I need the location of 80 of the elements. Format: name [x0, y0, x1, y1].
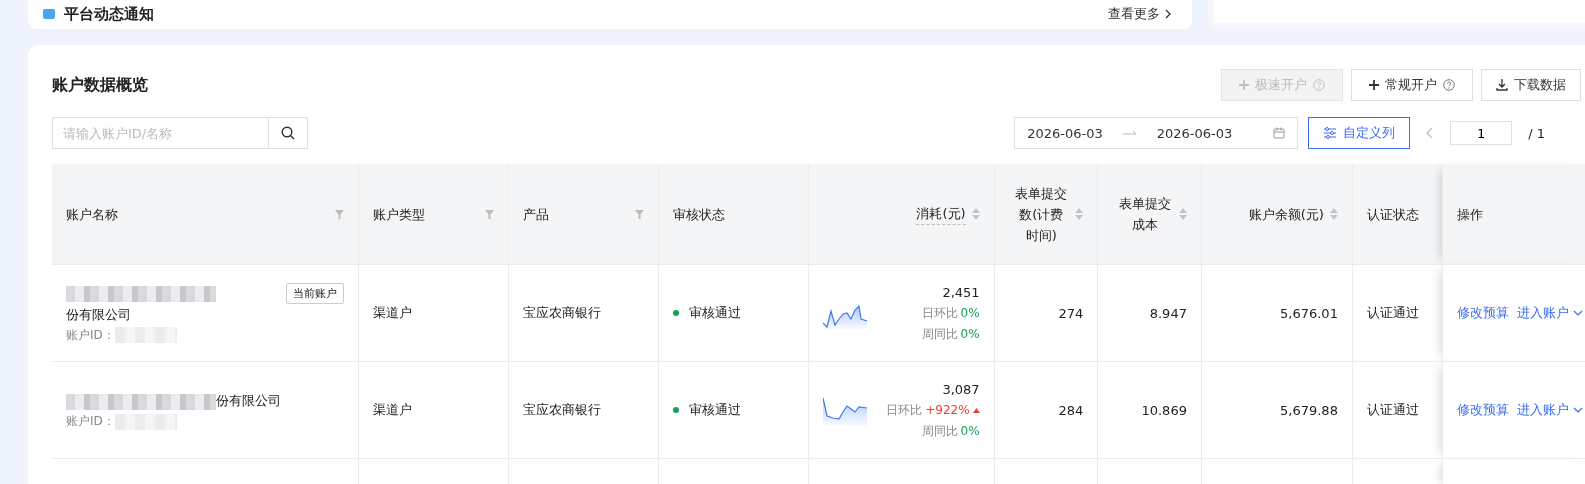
end-date: 2026-06-03 — [1156, 125, 1233, 141]
page-input[interactable]: 1 — [1450, 121, 1513, 145]
change-value: 0% — [960, 304, 980, 322]
status-text: 审核通过 — [689, 401, 742, 419]
change-value: 0% — [960, 325, 980, 343]
more-link[interactable]: 查看更多 — [1108, 5, 1172, 23]
search-field[interactable]: 请输入账户ID/名称 — [52, 117, 269, 149]
account-id-label: 账户ID： — [66, 326, 115, 344]
table-cell: 284 — [1058, 402, 1084, 418]
table-cell: 8.947 — [1149, 305, 1187, 321]
table-cell: 10.869 — [1141, 402, 1187, 418]
chevron-down-icon — [1573, 407, 1584, 413]
notice-icon — [42, 7, 56, 21]
change-label: 周同比 — [921, 325, 958, 343]
table-cell: 认证通过 — [1366, 305, 1419, 320]
column-header: 认证状态 — [1352, 164, 1443, 265]
column-header: 表单提交数(计费时间) — [994, 164, 1098, 265]
action-button[interactable]: 下载数据 — [1481, 69, 1581, 101]
filter-icon — [485, 209, 495, 219]
column-header: 操作 — [1443, 164, 1585, 265]
column-header: 表单提交成本 — [1097, 164, 1202, 265]
sort-icon — [1329, 208, 1338, 220]
chevron-left-icon — [1426, 127, 1435, 139]
chevron-right-icon — [1164, 9, 1172, 19]
status-dot-icon — [673, 310, 680, 316]
page-total: / 1 — [1527, 125, 1545, 141]
sort-icon — [1075, 208, 1084, 220]
change-value: +922% — [925, 401, 970, 419]
status-dot-icon — [673, 407, 680, 413]
filter-icon — [635, 209, 645, 219]
help-icon — [1313, 79, 1325, 91]
date-range-field[interactable]: 2026-06-03 2026-06-03 — [1014, 117, 1299, 149]
card-title: 平台动态通知 — [64, 4, 154, 24]
action-link[interactable]: 进入账户 — [1517, 304, 1584, 322]
spend-value: 3,087 — [941, 380, 980, 399]
table-cell: 渠道户 — [373, 305, 413, 320]
sort-icon — [971, 208, 980, 220]
account-id-label: 账户ID： — [66, 413, 115, 430]
plus-icon — [1369, 80, 1379, 90]
action-link[interactable]: 修改预算 — [1457, 304, 1510, 322]
sort-icon — [1178, 208, 1187, 220]
start-date: 2026-06-03 — [1027, 125, 1103, 141]
table-cell: 宝应农商银行 — [523, 402, 602, 417]
section-title: 账户数据概览 — [52, 74, 148, 96]
table-cell: 认证通过 — [1366, 402, 1419, 417]
table-cell: 渠道户 — [373, 402, 413, 417]
arrow-right-icon — [1122, 130, 1137, 136]
change-value: 0% — [960, 422, 980, 440]
column-header: 消耗(元) — [808, 164, 995, 265]
filter-icon — [335, 209, 345, 219]
download-icon — [1496, 79, 1508, 91]
search-icon — [281, 126, 295, 140]
column-header: 账户余额(元) — [1201, 164, 1353, 265]
change-label: 周同比 — [921, 422, 958, 440]
help-icon — [1443, 79, 1455, 91]
table-cell: 274 — [1058, 305, 1084, 321]
calendar-icon — [1273, 127, 1286, 139]
action-link[interactable]: 修改预算 — [1457, 401, 1510, 419]
status-text: 审核通过 — [689, 304, 742, 322]
change-label: 日环比 — [921, 304, 958, 322]
chevron-down-icon — [1573, 310, 1584, 316]
spend-value: 2,451 — [941, 283, 980, 302]
change-label: 日环比 — [886, 401, 923, 419]
account-name: 份有限公司 — [216, 393, 281, 408]
column-header: 账户名称 — [52, 164, 359, 265]
action-button[interactable]: 常规开户 — [1351, 69, 1473, 101]
column-header: 审核状态 — [658, 164, 809, 265]
search-button[interactable] — [269, 117, 308, 149]
column-header: 产品 — [508, 164, 659, 265]
current-account-badge: 当前账户 — [286, 282, 345, 304]
custom-columns-button[interactable]: 自定义列 — [1308, 117, 1411, 149]
table-cell: 5,679.88 — [1280, 402, 1338, 418]
column-header: 账户类型 — [359, 164, 509, 265]
up-triangle-icon — [972, 407, 980, 413]
action-link[interactable]: 进入账户 — [1517, 401, 1584, 419]
plus-icon — [1239, 80, 1249, 90]
table-cell: 宝应农商银行 — [523, 305, 602, 320]
table-cell: 5,676.01 — [1280, 305, 1338, 321]
account-name: 份有限公司 — [66, 306, 131, 322]
sliders-icon — [1323, 127, 1338, 139]
